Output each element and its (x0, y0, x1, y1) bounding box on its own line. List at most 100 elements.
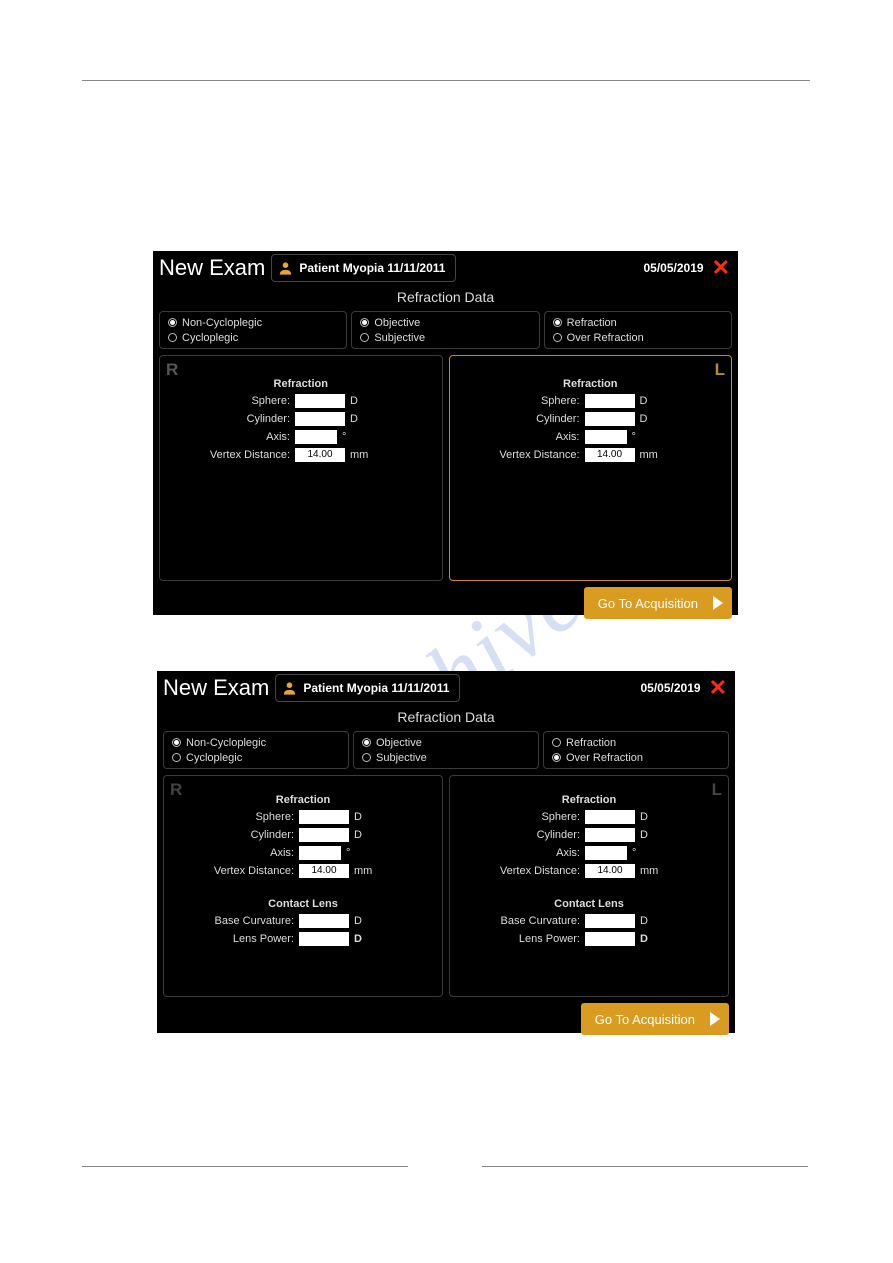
sphere-input[interactable] (295, 394, 345, 408)
exam-title: New Exam (159, 255, 271, 281)
radio-label: Objective (374, 317, 420, 329)
lenspower-label: Lens Power: (460, 933, 580, 945)
footer: Go To Acquisition (157, 997, 735, 1041)
exam-header: New Exam Patient Myopia 11/11/2011 05/05… (157, 671, 735, 705)
patient-badge[interactable]: Patient Myopia 11/11/2011 (275, 674, 460, 702)
vertex-input[interactable]: 14.00 (585, 864, 635, 878)
axis-input[interactable] (585, 846, 627, 860)
radio-group-refr: Refraction Over Refraction (543, 731, 729, 769)
close-button[interactable]: ✕ (710, 257, 732, 279)
cylinder-label: Cylinder: (174, 829, 294, 841)
right-eye-letter: R (166, 360, 178, 380)
page-divider-bottom-right (482, 1166, 808, 1167)
radio-group-obj: Objective Subjective (353, 731, 539, 769)
vertex-input[interactable]: 14.00 (299, 864, 349, 878)
unit-deg: ° (342, 431, 346, 443)
axis-input[interactable] (299, 846, 341, 860)
radio-over-refraction[interactable]: Over Refraction (552, 750, 720, 765)
unit-d: D (354, 933, 362, 945)
radio-indicator-icon (552, 738, 561, 747)
radio-subjective[interactable]: Subjective (360, 330, 530, 345)
radio-label: Cycloplegic (182, 332, 238, 344)
eyes-container: R Refraction Sphere:D Cylinder:D Axis:° … (153, 355, 738, 581)
unit-deg: ° (346, 847, 350, 859)
go-to-acquisition-button[interactable]: Go To Acquisition (581, 1003, 729, 1035)
page-divider-bottom-left (82, 1166, 408, 1167)
patient-name: Patient Myopia 11/11/2011 (303, 681, 449, 695)
radio-group-obj: Objective Subjective (351, 311, 539, 349)
basecurv-input[interactable] (299, 914, 349, 928)
refraction-heading: Refraction (460, 364, 722, 392)
lenspower-input[interactable] (585, 932, 635, 946)
cylinder-label: Cylinder: (460, 413, 580, 425)
close-button[interactable]: ✕ (707, 677, 729, 699)
lenspower-input[interactable] (299, 932, 349, 946)
cylinder-label: Cylinder: (460, 829, 580, 841)
unit-d: D (354, 829, 362, 841)
radio-over-refraction[interactable]: Over Refraction (553, 330, 723, 345)
unit-d: D (350, 413, 358, 425)
radio-label: Subjective (374, 332, 425, 344)
vertex-input[interactable]: 14.00 (295, 448, 345, 462)
radio-objective[interactable]: Objective (362, 735, 530, 750)
basecurv-input[interactable] (585, 914, 635, 928)
refraction-heading: Refraction (174, 784, 432, 808)
radio-label: Refraction (566, 737, 616, 749)
radio-refraction[interactable]: Refraction (553, 315, 723, 330)
cylinder-input[interactable] (295, 412, 345, 426)
unit-d: D (640, 811, 648, 823)
cylinder-input[interactable] (585, 828, 635, 842)
unit-d: D (350, 395, 358, 407)
unit-d: D (640, 413, 648, 425)
radio-indicator-icon (552, 753, 561, 762)
cylinder-input[interactable] (299, 828, 349, 842)
sphere-label: Sphere: (460, 811, 580, 823)
axis-label: Axis: (174, 847, 294, 859)
unit-mm: mm (640, 449, 658, 461)
contact-lens-heading: Contact Lens (174, 880, 432, 912)
patient-icon (278, 260, 293, 276)
lenspower-label: Lens Power: (174, 933, 294, 945)
radio-label: Objective (376, 737, 422, 749)
footer: Go To Acquisition (153, 581, 738, 625)
radio-group-refr: Refraction Over Refraction (544, 311, 732, 349)
go-to-acquisition-button[interactable]: Go To Acquisition (584, 587, 732, 619)
patient-badge[interactable]: Patient Myopia 11/11/2011 (271, 254, 456, 282)
refraction-heading: Refraction (170, 364, 432, 392)
basecurv-label: Base Curvature: (174, 915, 294, 927)
radio-label: Over Refraction (566, 752, 643, 764)
exam-title: New Exam (163, 675, 275, 701)
axis-input[interactable] (295, 430, 337, 444)
exam-date: 05/05/2019 (641, 681, 701, 695)
unit-d: D (640, 829, 648, 841)
refraction-heading: Refraction (460, 784, 718, 808)
radio-objective[interactable]: Objective (360, 315, 530, 330)
sphere-input[interactable] (585, 394, 635, 408)
vertex-input[interactable]: 14.00 (585, 448, 635, 462)
radio-label: Refraction (567, 317, 617, 329)
axis-input[interactable] (585, 430, 627, 444)
cylinder-input[interactable] (585, 412, 635, 426)
basecurv-label: Base Curvature: (460, 915, 580, 927)
radio-indicator-icon (360, 318, 369, 327)
radio-indicator-icon (172, 753, 181, 762)
left-eye-panel[interactable]: L Refraction Sphere:D Cylinder:D Axis:° … (449, 775, 729, 997)
eyes-container: R Refraction Sphere:D Cylinder:D Axis:° … (157, 775, 735, 997)
radio-cycloplegic[interactable]: Cycloplegic (168, 330, 338, 345)
unit-mm: mm (640, 865, 658, 877)
radio-row: Non-Cycloplegic Cycloplegic Objective Su… (153, 311, 738, 355)
radio-refraction[interactable]: Refraction (552, 735, 720, 750)
sphere-label: Sphere: (170, 395, 290, 407)
exam-header: New Exam Patient Myopia 11/11/2011 05/05… (153, 251, 738, 285)
radio-indicator-icon (362, 738, 371, 747)
radio-non-cycloplegic[interactable]: Non-Cycloplegic (172, 735, 340, 750)
radio-non-cycloplegic[interactable]: Non-Cycloplegic (168, 315, 338, 330)
sphere-input[interactable] (299, 810, 349, 824)
right-eye-panel[interactable]: R Refraction Sphere:D Cylinder:D Axis:° … (159, 355, 443, 581)
radio-subjective[interactable]: Subjective (362, 750, 530, 765)
exam-screenshot-refraction: New Exam Patient Myopia 11/11/2011 05/05… (153, 251, 738, 615)
right-eye-panel[interactable]: R Refraction Sphere:D Cylinder:D Axis:° … (163, 775, 443, 997)
left-eye-panel[interactable]: L Refraction Sphere:D Cylinder:D Axis:° … (449, 355, 733, 581)
radio-cycloplegic[interactable]: Cycloplegic (172, 750, 340, 765)
sphere-input[interactable] (585, 810, 635, 824)
